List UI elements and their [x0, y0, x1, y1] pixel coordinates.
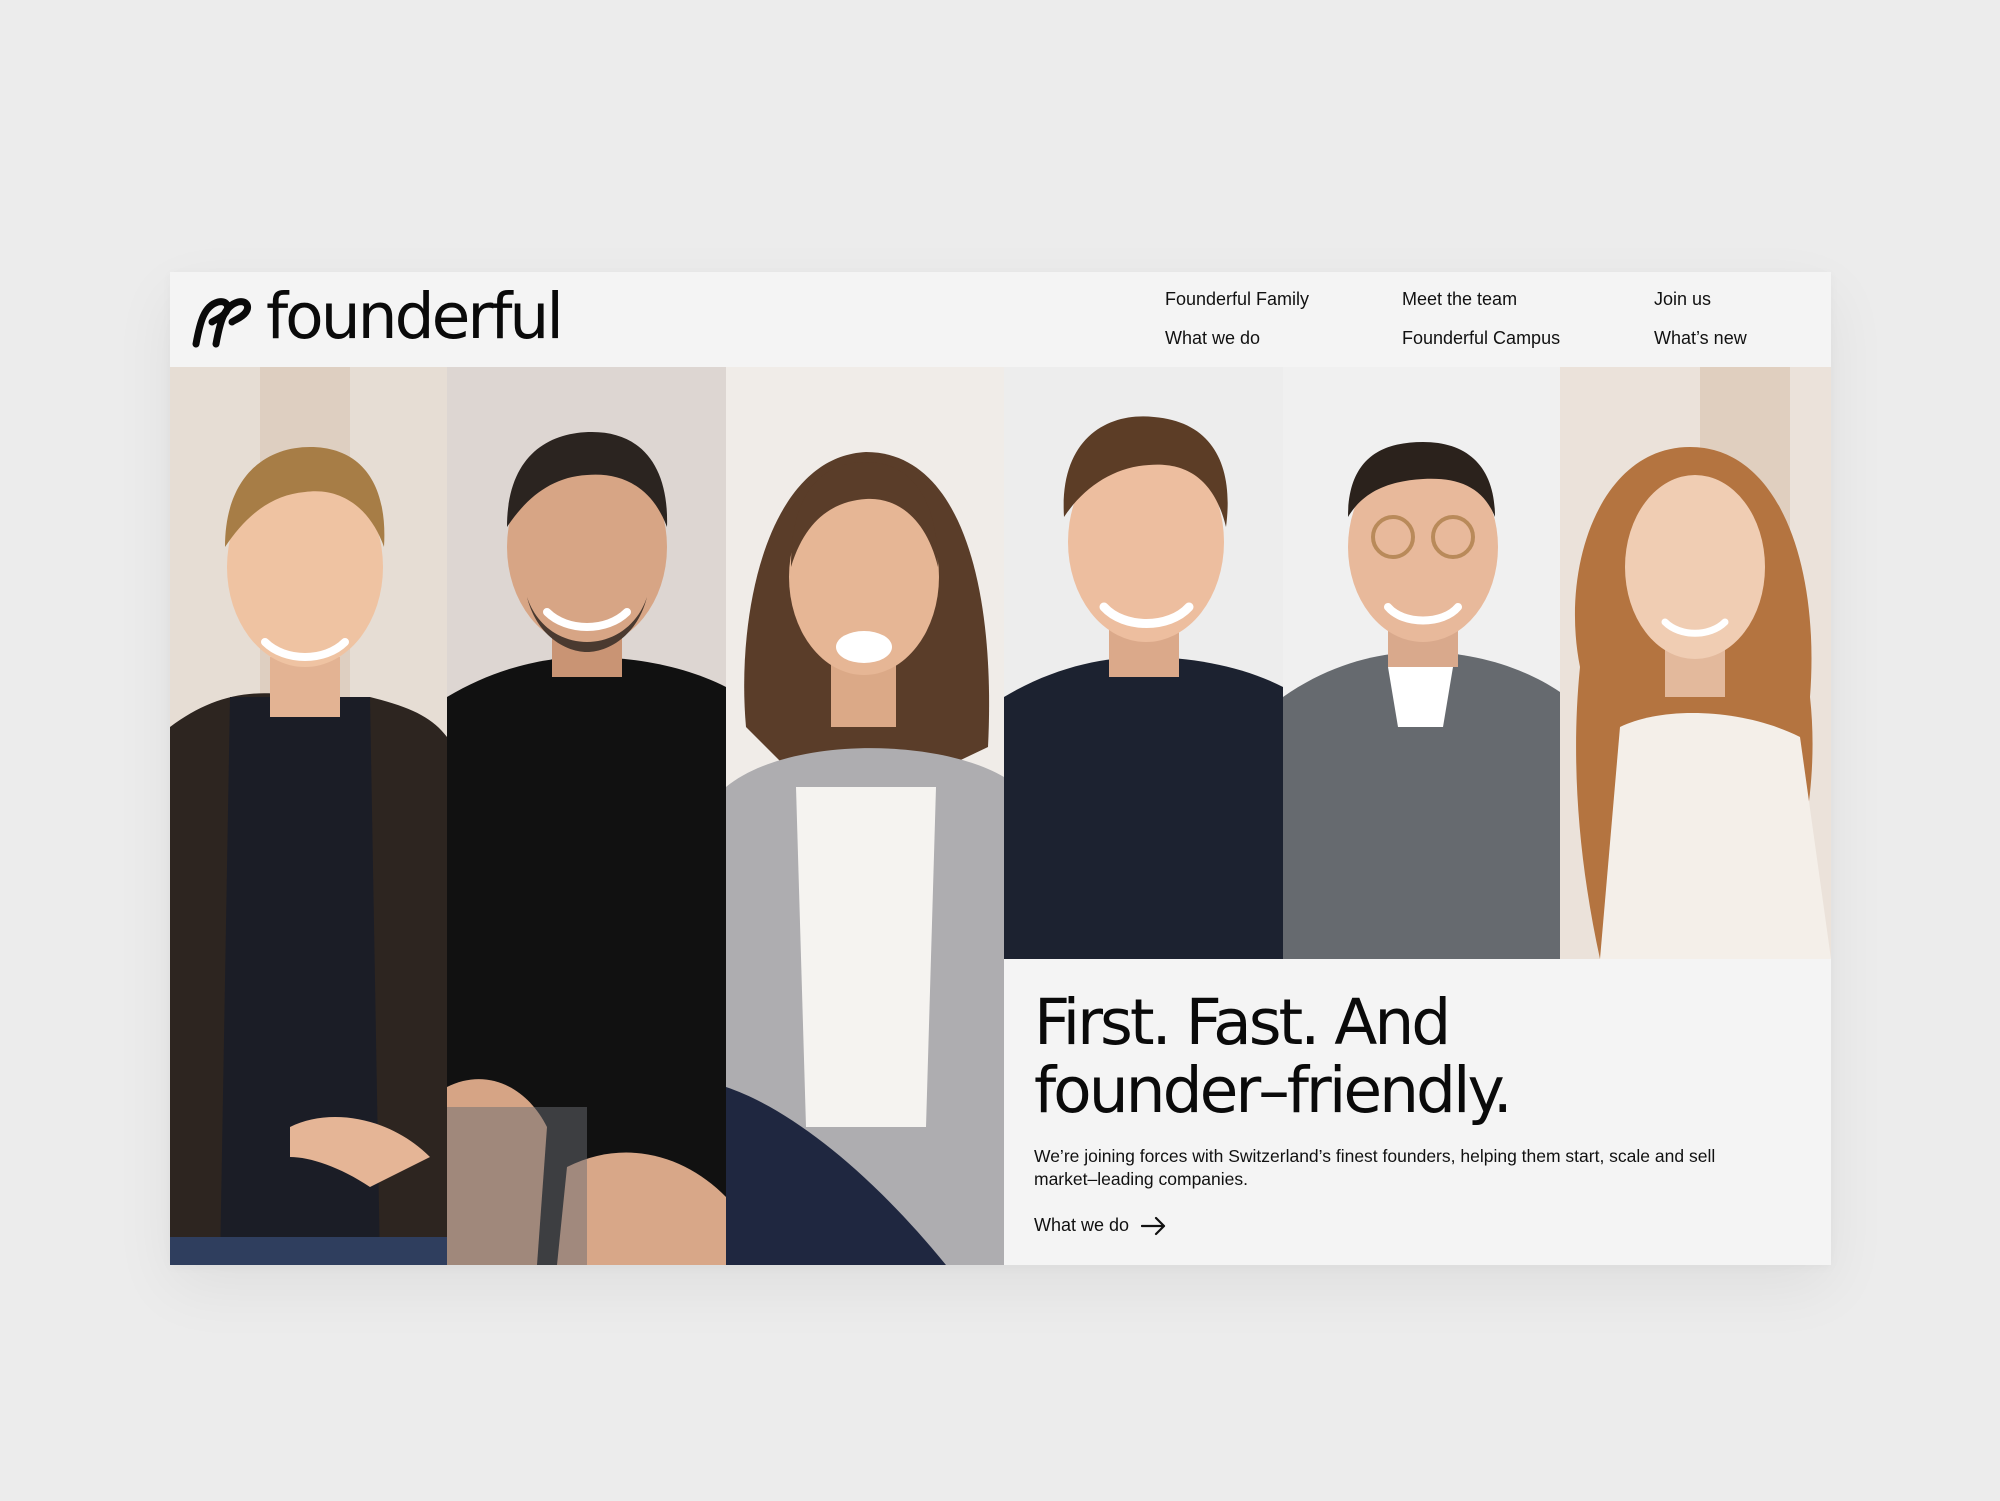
nav-founderful-family[interactable]: Founderful Family — [1165, 289, 1309, 310]
hero-title-line-2: founder–friendly. — [1034, 1054, 1513, 1127]
hero-panel: First. Fast. And founder–friendly. We’re… — [1004, 959, 1831, 1265]
nav-join-us[interactable]: Join us — [1654, 289, 1711, 310]
founderful-logo-icon — [192, 298, 252, 348]
nav-founderful-campus[interactable]: Founderful Campus — [1402, 328, 1560, 349]
hero-title: First. Fast. And founder–friendly. — [1034, 986, 1513, 1127]
nav-what-we-do[interactable]: What we do — [1165, 328, 1260, 349]
what-we-do-link[interactable]: What we do — [1034, 1215, 1167, 1236]
team-photo-2 — [447, 367, 726, 1265]
team-photo-5 — [1283, 367, 1560, 959]
team-photo-1 — [170, 367, 447, 1265]
site-header: founderful Founderful Family What we do … — [170, 272, 1831, 367]
website-screenshot-card: founderful Founderful Family What we do … — [170, 272, 1831, 1265]
founderful-logo[interactable]: founderful — [190, 285, 564, 350]
what-we-do-link-label: What we do — [1034, 1215, 1130, 1235]
nav-whats-new[interactable]: What’s new — [1654, 328, 1747, 349]
brand-name: founderful — [266, 279, 564, 353]
team-photo-4 — [1004, 367, 1283, 959]
arrow-right-icon — [1141, 1216, 1166, 1235]
hero-description: We’re joining forces with Switzerland’s … — [1034, 1146, 1716, 1189]
team-photo-6 — [1560, 367, 1831, 959]
hero-title-line-1: First. Fast. And — [1034, 986, 1451, 1059]
nav-meet-the-team[interactable]: Meet the team — [1402, 289, 1517, 310]
team-photo-3 — [726, 367, 1004, 1265]
